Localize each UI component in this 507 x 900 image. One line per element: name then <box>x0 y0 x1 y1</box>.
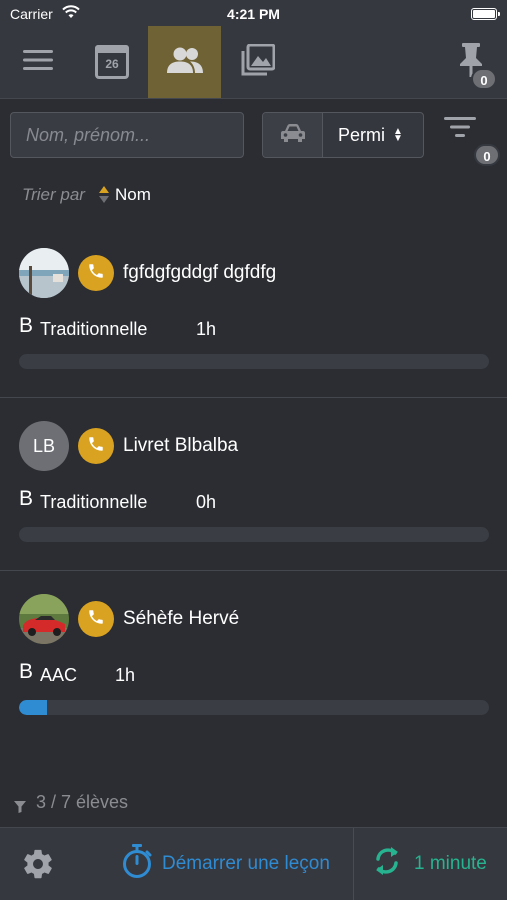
license-category: B <box>19 314 34 337</box>
refresh-button[interactable]: 1 minute <box>372 828 487 900</box>
student-count: 3 / 7 élèves <box>14 792 128 813</box>
toolbar-separator <box>353 828 354 900</box>
sort-value[interactable]: Nom <box>115 185 151 205</box>
top-navbar: 26 0 <box>0 26 507 98</box>
search-input[interactable] <box>10 112 244 158</box>
phone-icon <box>87 608 105 631</box>
progress-bar <box>19 527 489 542</box>
gear-icon <box>21 847 55 886</box>
navbar-divider <box>0 98 507 99</box>
students-icon <box>166 46 204 79</box>
hours-count: 1h <box>196 319 217 339</box>
filter-button[interactable]: 0 <box>444 116 504 166</box>
pin-count-badge: 0 <box>471 68 497 90</box>
formation-type: Traditionnelle <box>40 492 148 512</box>
student-card[interactable]: fgfdgfgddgf dgfdfg B Traditionnelle 1h <box>0 226 507 398</box>
student-card[interactable]: LB Livret Blbalba B Traditionnelle 0h <box>0 399 507 571</box>
battery-icon <box>471 8 500 20</box>
call-button[interactable] <box>78 428 114 464</box>
pin-button[interactable]: 0 <box>441 26 501 98</box>
phone-icon <box>87 262 105 285</box>
vehicle-type-filter[interactable]: Permi ▲ ▼ <box>262 112 424 158</box>
hours-count: 1h <box>115 665 136 685</box>
student-count-label: 3 / 7 élèves <box>36 792 129 812</box>
filter-count-badge: 0 <box>474 144 500 166</box>
funnel-icon <box>14 797 26 813</box>
start-lesson-button[interactable]: Démarrer une leçon <box>120 828 330 900</box>
gallery-icon <box>241 43 276 81</box>
clock: 4:21 PM <box>227 6 280 22</box>
license-select-value: Permi <box>338 124 386 145</box>
avatar <box>19 248 69 298</box>
sort-direction-icon <box>98 185 109 205</box>
formation-type: AAC <box>40 665 78 685</box>
formation-type: Traditionnelle <box>40 319 148 339</box>
bottom-toolbar: Démarrer une leçon 1 minute <box>0 827 507 900</box>
progress-bar <box>19 700 489 715</box>
car-icon <box>280 123 306 148</box>
avatar <box>19 594 69 644</box>
phone-icon <box>87 435 105 458</box>
avatar: LB <box>19 421 69 471</box>
tab-gallery[interactable] <box>228 26 288 98</box>
stopwatch-icon <box>120 843 162 885</box>
license-category: B <box>19 487 34 510</box>
progress-bar <box>19 354 489 369</box>
refresh-icon <box>372 844 414 884</box>
progress-fill <box>19 700 48 715</box>
calendar-day: 26 <box>105 57 119 71</box>
hours-count: 0h <box>196 492 217 512</box>
tab-students[interactable] <box>148 26 221 98</box>
license-select[interactable]: Permi ▲ ▼ <box>323 113 423 157</box>
start-lesson-label: Démarrer une leçon <box>162 853 330 874</box>
call-button[interactable] <box>78 601 114 637</box>
sort-control[interactable]: Trier par Nom <box>22 184 151 206</box>
tab-calendar[interactable]: 26 <box>84 26 140 98</box>
menu-button[interactable] <box>12 26 64 98</box>
menu-icon <box>23 49 53 76</box>
sort-arrows-icon: ▲ ▼ <box>393 126 403 144</box>
sort-label: Trier par <box>22 185 85 204</box>
refresh-label: 1 minute <box>414 853 487 874</box>
student-name: fgfdgfgddgf dgfdfg <box>123 262 277 283</box>
settings-button[interactable] <box>16 844 60 888</box>
student-name: Séhèfe Hervé <box>123 608 240 629</box>
vehicle-type-button[interactable] <box>263 113 323 157</box>
license-category: B <box>19 660 34 683</box>
status-bar: Carrier 4:21 PM <box>0 0 507 26</box>
call-button[interactable] <box>78 255 114 291</box>
student-name: Livret Blbalba <box>123 435 239 456</box>
student-card[interactable]: Séhèfe Hervé B AAC 1h <box>0 572 507 744</box>
calendar-icon: 26 <box>95 45 129 79</box>
filter-icon <box>444 117 476 142</box>
